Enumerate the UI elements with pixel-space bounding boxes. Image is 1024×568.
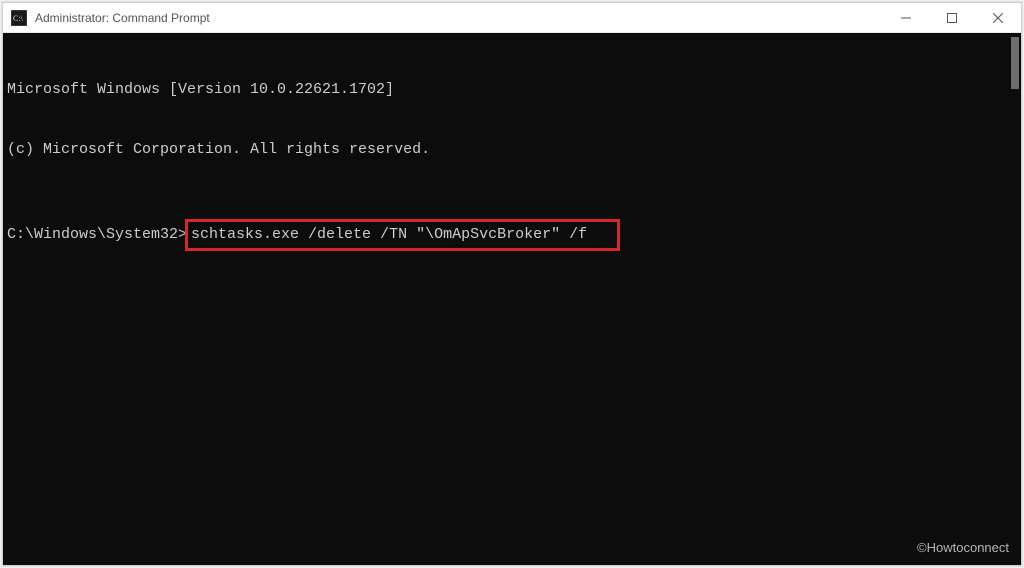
watermark-text: ©Howtoconnect: [917, 539, 1009, 557]
maximize-button[interactable]: [929, 3, 975, 32]
terminal-area[interactable]: Microsoft Windows [Version 10.0.22621.17…: [3, 33, 1021, 565]
close-button[interactable]: [975, 3, 1021, 32]
prompt-line: C:\Windows\System32>schtasks.exe /delete…: [7, 219, 1021, 251]
svg-text:C:\: C:\: [13, 14, 24, 23]
titlebar[interactable]: C:\ Administrator: Command Prompt: [3, 3, 1021, 33]
scrollbar-track[interactable]: [1005, 33, 1021, 565]
copyright-line: (c) Microsoft Corporation. All rights re…: [7, 140, 1021, 160]
command-highlight: schtasks.exe /delete /TN "\OmApSvcBroker…: [185, 219, 620, 251]
version-line: Microsoft Windows [Version 10.0.22621.17…: [7, 80, 1021, 100]
cmd-app-icon: C:\: [11, 10, 27, 26]
window-title: Administrator: Command Prompt: [35, 11, 883, 25]
typed-command: schtasks.exe /delete /TN "\OmApSvcBroker…: [191, 226, 587, 243]
command-prompt-window: C:\ Administrator: Command Prompt Micros…: [2, 2, 1022, 566]
minimize-button[interactable]: [883, 3, 929, 32]
prompt-path: C:\Windows\System32>: [7, 225, 187, 245]
scrollbar-thumb[interactable]: [1011, 37, 1019, 89]
window-controls: [883, 3, 1021, 32]
